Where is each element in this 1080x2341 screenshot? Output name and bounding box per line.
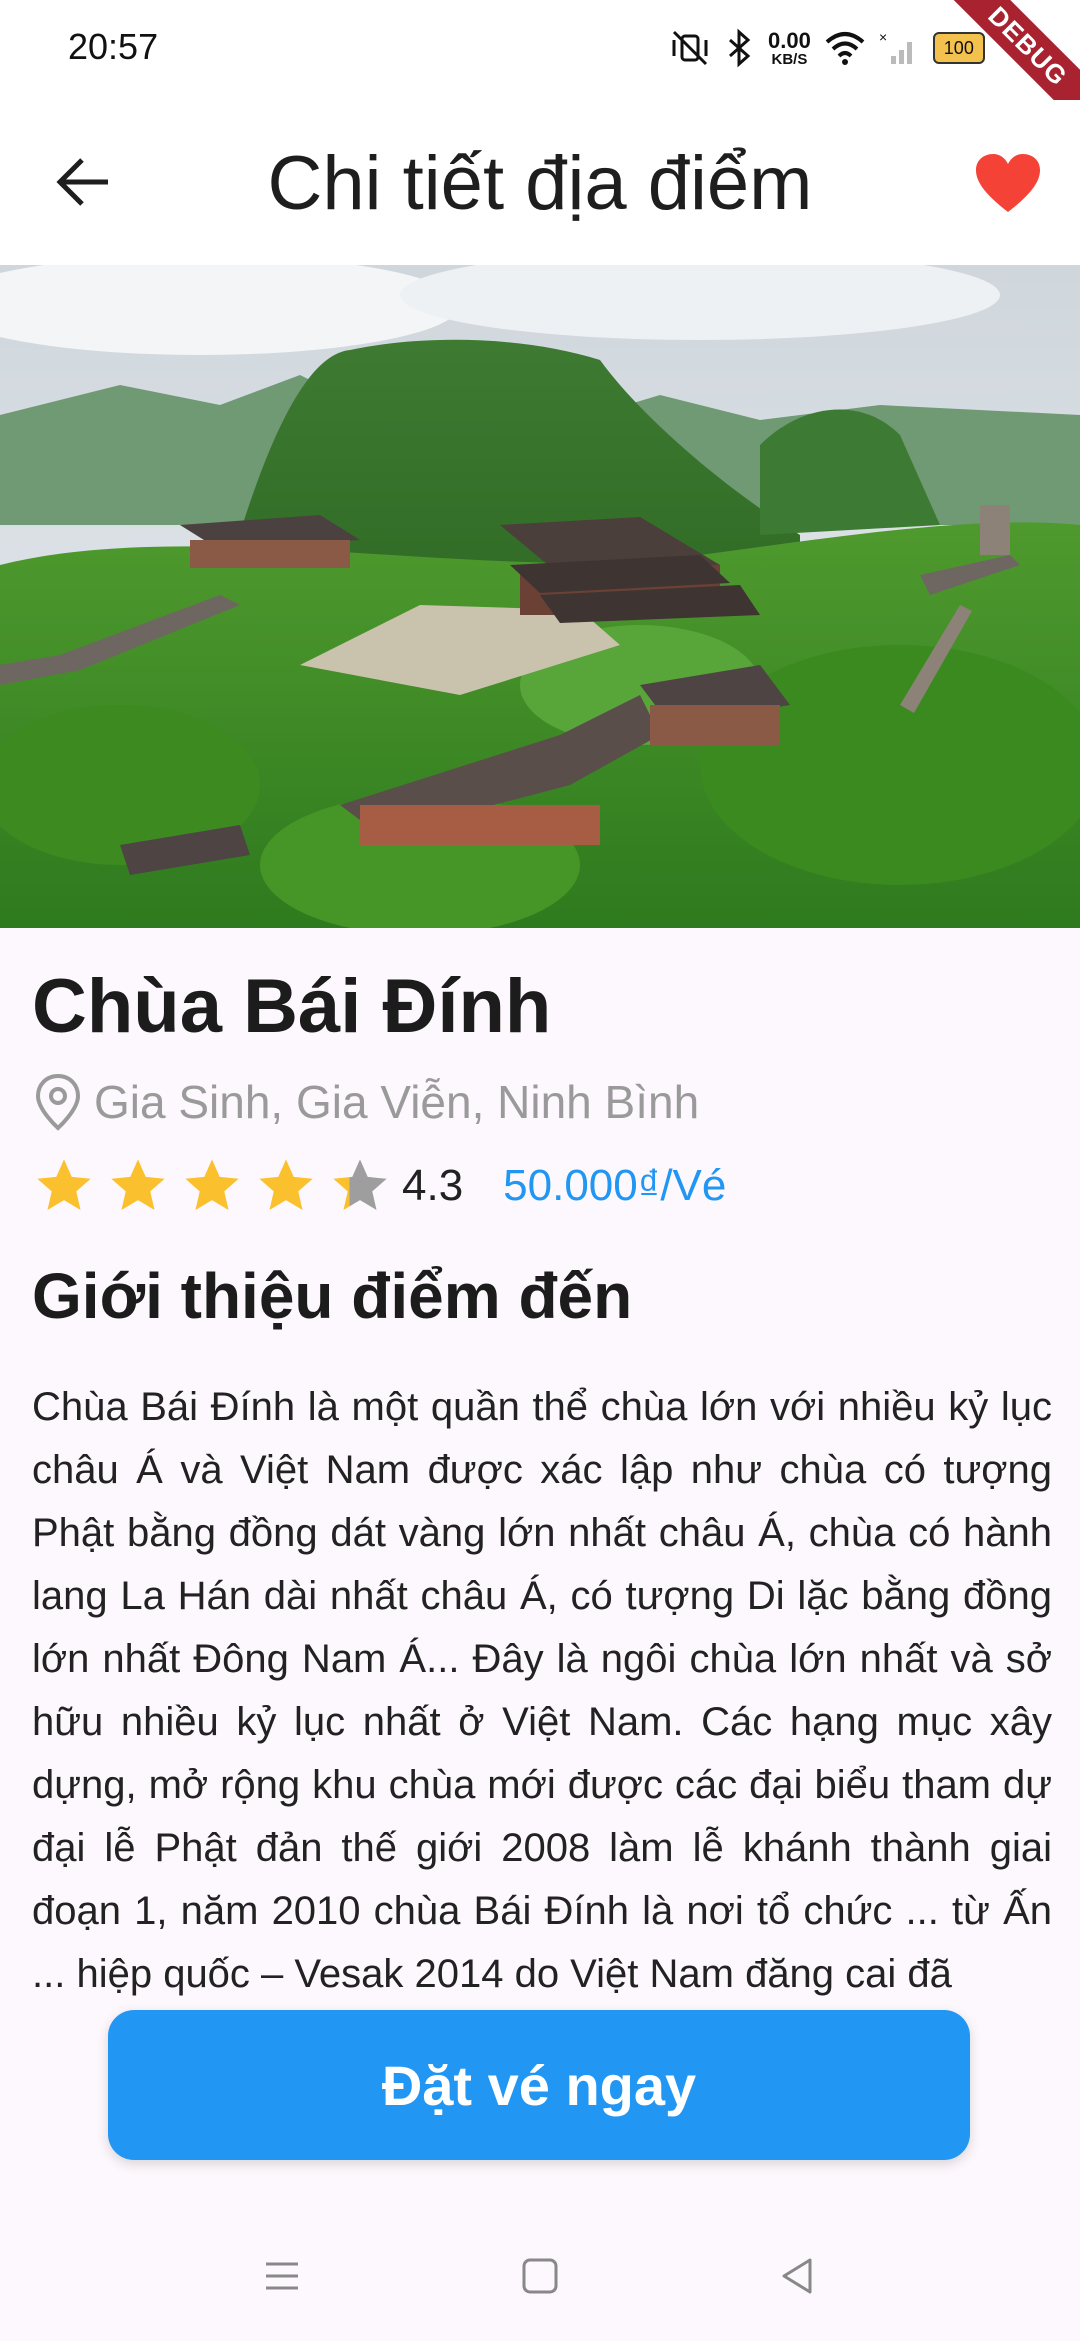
back-nav-icon[interactable] <box>774 2252 822 2300</box>
rating-value: 4.3 <box>402 1161 464 1210</box>
book-ticket-button[interactable]: Đặt vé ngay <box>108 2010 970 2160</box>
bluetooth-icon <box>729 28 751 68</box>
heart-icon[interactable] <box>972 148 1044 220</box>
net-speed: 0.00 KB/S <box>768 27 811 68</box>
app-bar: Chi tiết địa điểm <box>0 100 1080 265</box>
place-photo-illustration <box>0 265 1080 928</box>
battery-icon: 100 <box>932 32 985 64</box>
cellular-signal-icon: × <box>879 30 912 64</box>
home-icon[interactable] <box>516 2252 564 2300</box>
menu-icon[interactable] <box>258 2252 306 2300</box>
star-icon-filled <box>185 1159 239 1210</box>
ticket-price: 50.000₫/Vé <box>503 1161 727 1210</box>
place-name: Chùa Bái Đính <box>32 964 552 1049</box>
star-icon-filled <box>259 1159 313 1210</box>
svg-text:×: × <box>879 30 887 45</box>
net-speed-unit: KB/S <box>771 50 808 68</box>
wifi-icon <box>825 32 865 65</box>
rating-row: 4.3 50.000₫/Vé <box>32 1148 1052 1224</box>
star-icon-filled <box>111 1159 165 1210</box>
status-time: 20:57 <box>68 26 159 67</box>
intro-section-title: Giới thiệu điểm đến <box>32 1260 633 1332</box>
location-row: Gia Sinh, Gia Viễn, Ninh Bình <box>32 1066 1052 1138</box>
place-photo <box>0 265 1080 928</box>
star-rating <box>32 1154 392 1218</box>
status-bar: 20:57 0.00 KB/S × 100 DEBUG <box>0 0 1080 138</box>
location-pin-icon <box>35 1073 81 1131</box>
location-text: Gia Sinh, Gia Viễn, Ninh Bình <box>94 1076 700 1128</box>
vibrate-off-icon <box>672 30 708 66</box>
star-icon-partial <box>333 1159 387 1210</box>
star-icon-filled <box>37 1159 91 1210</box>
status-icons: 0.00 KB/S × 100 <box>668 24 985 72</box>
net-speed-value: 0.00 <box>768 27 811 53</box>
page-title: Chi tiết địa điểm <box>267 141 813 226</box>
system-nav-bar <box>0 2210 1080 2341</box>
